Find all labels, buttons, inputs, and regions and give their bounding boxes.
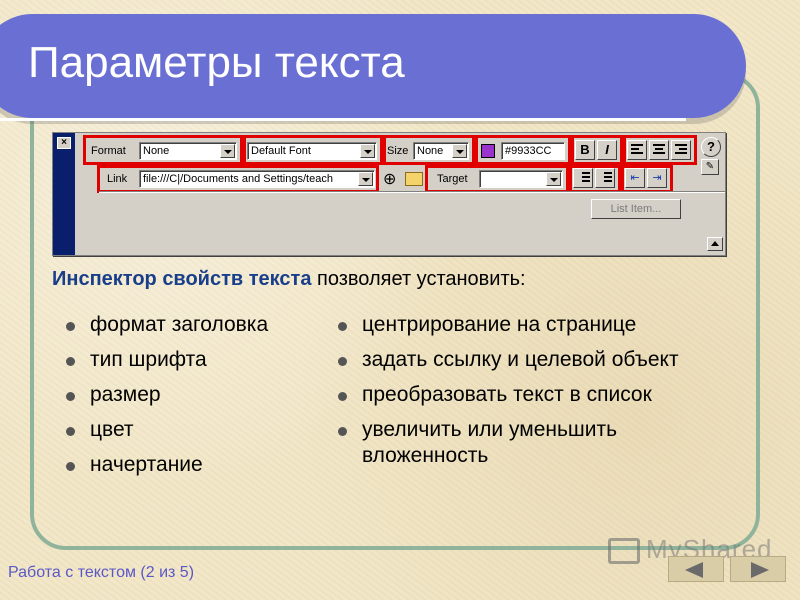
lead-bold-text: Инспектор свойств текста	[52, 268, 312, 290]
inspector-divider	[99, 191, 725, 193]
prev-arrow-icon[interactable]	[668, 556, 724, 582]
help-icon[interactable]: ?	[701, 137, 721, 157]
text-color-swatch[interactable]	[481, 144, 495, 158]
edit-icon[interactable]: ✎	[701, 159, 719, 175]
list-item: цвет	[62, 417, 292, 443]
format-select-value: None	[143, 145, 170, 157]
list-item: начертание	[62, 452, 292, 478]
next-arrow-icon[interactable]	[730, 556, 786, 582]
list-item-button[interactable]: List Item...	[591, 199, 681, 219]
footer-text: Работа с текстом (2 из 5)	[8, 564, 195, 581]
list-item: тип шрифта	[62, 347, 292, 373]
indent-icon[interactable]: ⇥	[647, 168, 667, 188]
point-to-file-icon[interactable]: ⊕	[383, 169, 396, 189]
list-item: преобразовать текст в список	[334, 382, 754, 408]
format-select[interactable]: None	[139, 142, 237, 160]
font-select[interactable]: Default Font	[247, 142, 377, 160]
right-bullet-list: центрирование на странице задать ссылку …	[334, 312, 754, 478]
line-mark	[675, 152, 687, 154]
line-mark	[653, 144, 665, 146]
unordered-list-icon[interactable]	[573, 168, 593, 188]
line-mark	[604, 180, 612, 182]
chevron-down-icon[interactable]	[358, 172, 373, 186]
list-item: увеличить или уменьшить вложенность	[334, 417, 714, 469]
left-bullet-list: формат заголовка тип шрифта размер цвет …	[62, 312, 292, 487]
line-mark	[582, 180, 590, 182]
line-mark	[604, 176, 612, 178]
close-icon[interactable]: ×	[57, 137, 71, 149]
expand-arrow-icon[interactable]	[707, 237, 723, 251]
format-label: Format	[91, 145, 126, 157]
inspector-body: Format None Default Font Size None #9933…	[75, 133, 727, 255]
align-right-icon[interactable]	[671, 140, 691, 160]
line-mark	[631, 144, 643, 146]
ordered-list-icon[interactable]	[595, 168, 615, 188]
slide-title: Параметры текста	[28, 38, 405, 87]
line-mark	[679, 148, 687, 150]
chevron-down-icon[interactable]	[220, 144, 235, 158]
property-inspector: × Format None Default Font Size None #99…	[52, 132, 726, 256]
chevron-down-icon[interactable]	[360, 144, 375, 158]
color-field[interactable]: #9933CC	[501, 142, 565, 160]
line-mark	[655, 148, 663, 150]
bold-button[interactable]: B	[575, 140, 595, 160]
list-item: формат заголовка	[62, 312, 292, 338]
font-select-value: Default Font	[251, 145, 311, 157]
line-mark	[604, 172, 612, 174]
link-field[interactable]: file:///C|/Documents and Settings/teach	[139, 170, 375, 188]
line-mark	[631, 148, 639, 150]
link-field-value: file:///C|/Documents and Settings/teach	[143, 173, 333, 185]
size-label: Size	[387, 145, 409, 157]
color-field-value: #9933CC	[505, 145, 552, 157]
italic-button[interactable]: I	[597, 140, 617, 160]
link-label: Link	[107, 173, 128, 185]
target-select[interactable]	[479, 170, 563, 188]
folder-icon[interactable]	[405, 172, 423, 186]
list-item: размер	[62, 382, 292, 408]
list-item: задать ссылку и целевой объект	[334, 347, 694, 373]
size-select[interactable]: None	[413, 142, 469, 160]
list-item: центрирование на странице	[334, 312, 754, 338]
inspector-side-strip: ×	[53, 133, 75, 255]
lead-text: Инспектор свойств текста позволяет устан…	[52, 268, 526, 291]
line-mark	[582, 176, 590, 178]
chevron-down-icon[interactable]	[546, 172, 561, 186]
align-left-icon[interactable]	[627, 140, 647, 160]
line-mark	[653, 152, 665, 154]
chevron-down-icon[interactable]	[452, 144, 467, 158]
target-label: Target	[437, 173, 468, 185]
align-center-icon[interactable]	[649, 140, 669, 160]
outdent-icon[interactable]: ⇤	[625, 168, 645, 188]
line-mark	[631, 152, 643, 154]
size-select-value: None	[417, 145, 444, 157]
line-mark	[582, 172, 590, 174]
title-underline	[0, 118, 686, 121]
lead-rest-text: позволяет установить:	[311, 268, 526, 290]
line-mark	[675, 144, 687, 146]
